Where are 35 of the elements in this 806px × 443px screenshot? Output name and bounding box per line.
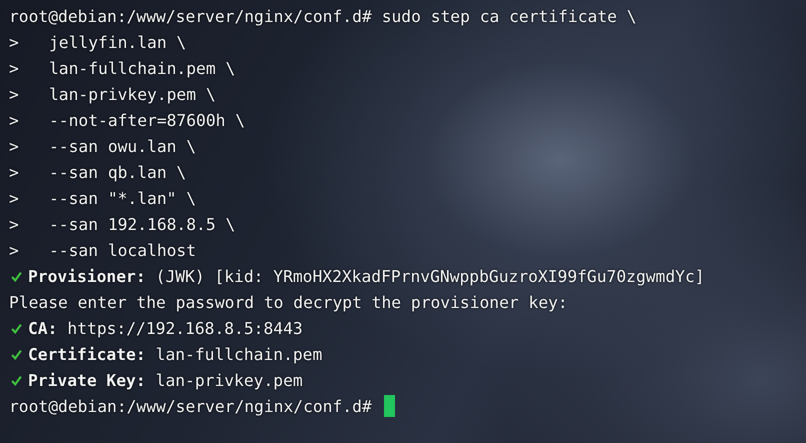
- text-cursor: [384, 395, 395, 417]
- status-value: lan-fullchain.pem: [156, 344, 322, 364]
- status-value: (JWK) [kid: YRmoHX2XkadFPrnvGNwppbGuzroXI99fGu70zgwmdYc]: [156, 266, 705, 286]
- command-text: --san "*.lan" \: [49, 188, 196, 208]
- continuation-marker: >: [9, 240, 20, 260]
- command-text: sudo step ca certificate \: [382, 6, 637, 26]
- status-label: Certificate:: [28, 344, 146, 364]
- continuation-marker: >: [9, 136, 20, 156]
- checkmark-icon: [11, 322, 22, 334]
- command-text: jellyfin.lan \: [49, 32, 186, 52]
- continuation-marker: >: [9, 58, 20, 78]
- checkmark-icon: [11, 348, 22, 360]
- command-text: --san localhost: [49, 240, 196, 260]
- continuation-marker: >: [9, 162, 20, 182]
- continuation-marker: >: [9, 110, 20, 130]
- continuation-marker: >: [9, 188, 20, 208]
- shell-prompt: root@debian:/www/server/nginx/conf.d#: [9, 396, 372, 416]
- checkmark-icon: [11, 270, 22, 282]
- command-text: lan-fullchain.pem \: [49, 58, 236, 78]
- command-text: lan-privkey.pem \: [49, 84, 216, 104]
- continuation-marker: >: [9, 84, 20, 104]
- output-text: Please enter the password to decrypt the provisioner key:: [9, 292, 568, 312]
- shell-prompt: root@debian:/www/server/nginx/conf.d#: [9, 6, 372, 26]
- status-label: CA:: [28, 318, 58, 338]
- command-text: --san 192.168.8.5 \: [49, 214, 236, 234]
- command-text: --san owu.lan \: [49, 136, 196, 156]
- status-label: Provisioner:: [28, 266, 146, 286]
- status-value: lan-privkey.pem: [156, 370, 303, 390]
- checkmark-icon: [11, 374, 22, 386]
- continuation-marker: >: [9, 32, 20, 52]
- command-text: --san qb.lan \: [49, 162, 186, 182]
- status-value: https://192.168.8.5:8443: [67, 318, 303, 338]
- continuation-marker: >: [9, 214, 20, 234]
- status-label: Private Key:: [28, 370, 146, 390]
- command-text: --not-after=87600h \: [49, 110, 246, 130]
